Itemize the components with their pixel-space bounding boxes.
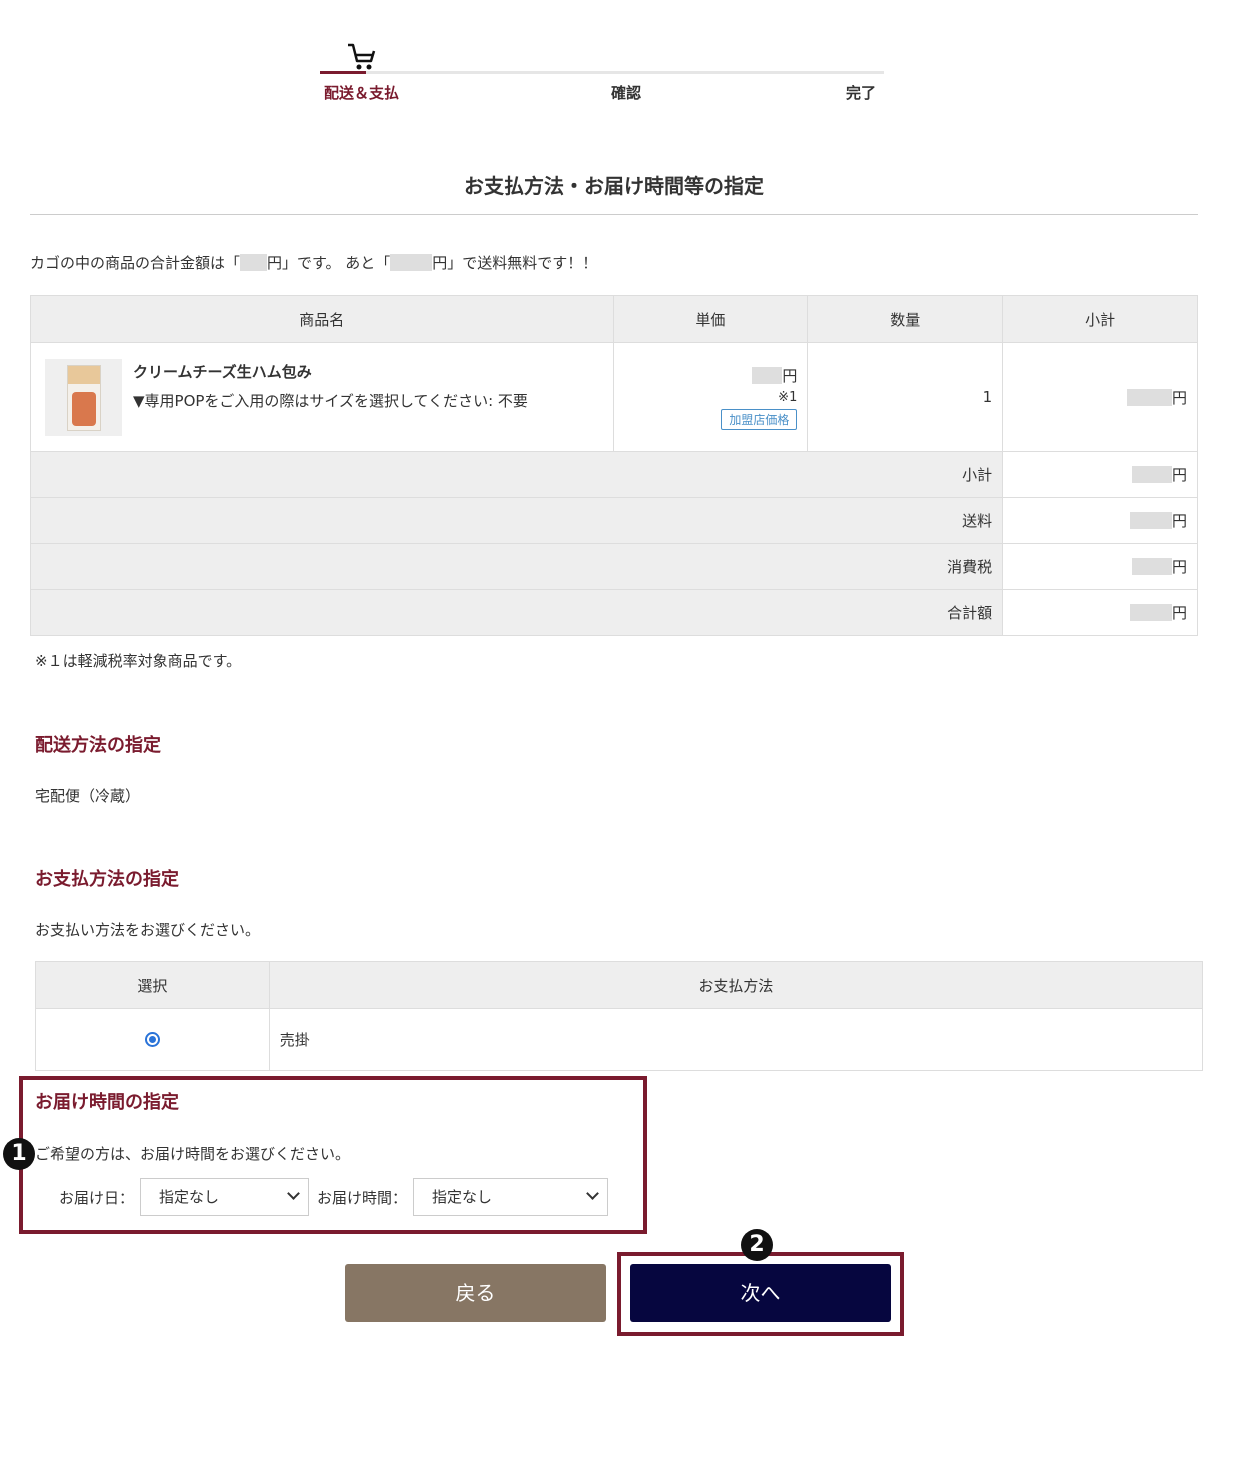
summary-row-subtotal: 小計 円: [29, 451, 1198, 498]
header-quantity: 数量: [807, 295, 1004, 343]
masked-remaining: [390, 254, 433, 271]
summary-suffix: 円: [1171, 604, 1187, 622]
summary-suffix: 円: [1171, 512, 1187, 530]
cart-table: 商品名 単価 数量 小計 クリームチーズ生ハム包み ▼専用POPをご入用の際はサ…: [29, 295, 1198, 636]
step-marker-1: 1: [3, 1138, 35, 1170]
header-select: 選択: [35, 961, 270, 1009]
product-option: ▼専用POPをご入用の際はサイズを選択してください: 不要: [133, 391, 528, 410]
table-row: クリームチーズ生ハム包み ▼専用POPをご入用の際はサイズを選択してください: …: [30, 342, 1198, 452]
payment-instruction: お支払い方法をお選びください。: [35, 921, 261, 939]
tax-footnote: ※１は軽減税率対象商品です。: [35, 652, 242, 670]
cart-icon: [348, 43, 376, 70]
notice-prefix: カゴの中の商品の合計金額は「: [30, 254, 241, 272]
step-confirm: 確認: [611, 84, 642, 102]
delivery-time-label: お届け時間：: [317, 1188, 408, 1207]
summary-row-tax: 消費税 円: [29, 543, 1198, 590]
step-shipping-payment: 配送＆支払: [324, 84, 400, 102]
chevron-down-icon: [586, 1187, 599, 1200]
page-title: お支払方法・お届け時間等の指定: [464, 174, 764, 198]
summary-label: 小計: [29, 451, 1004, 498]
summary-row-total: 合計額 円: [29, 589, 1198, 636]
shipping-method: 宅配便（冷蔵）: [35, 787, 141, 805]
checkout-progress: 配送＆支払 確認 完了: [320, 40, 884, 110]
masked-value: [1131, 466, 1172, 483]
quantity-value: 1: [807, 342, 1004, 452]
delivery-time-value: 指定なし: [432, 1188, 493, 1206]
step-complete: 完了: [846, 84, 877, 102]
summary-suffix: 円: [1171, 466, 1187, 484]
header-product-name: 商品名: [30, 295, 614, 343]
delivery-heading: お届け時間の指定: [35, 1092, 179, 1113]
chevron-down-icon: [287, 1187, 300, 1200]
summary-suffix: 円: [1171, 558, 1187, 576]
title-divider: [30, 214, 1198, 215]
delivery-time-select[interactable]: 指定なし: [413, 1178, 609, 1216]
payment-radio[interactable]: [144, 1032, 160, 1047]
next-button[interactable]: 次へ: [630, 1264, 891, 1322]
summary-label: 合計額: [29, 589, 1004, 636]
back-button[interactable]: 戻る: [345, 1264, 606, 1322]
progress-track: [320, 71, 884, 74]
product-name[interactable]: クリームチーズ生ハム包み: [133, 361, 528, 382]
masked-value: [1131, 558, 1172, 575]
step-marker-2: 2: [741, 1229, 773, 1261]
payment-heading: お支払方法の指定: [35, 869, 179, 890]
masked-value: [1129, 604, 1172, 621]
payment-option-label: 売掛: [268, 1008, 1204, 1071]
delivery-selects: お届け日： 指定なし お届け時間： 指定なし: [35, 1178, 625, 1216]
masked-total: [240, 254, 268, 271]
notice-suffix: 円」で送料無料です！！: [432, 254, 598, 272]
delivery-date-select[interactable]: 指定なし: [140, 1178, 310, 1216]
free-shipping-notice: カゴの中の商品の合計金額は「 円」です。 あと「 円」で送料無料です！！: [30, 252, 597, 273]
unit-price-suffix: 円: [782, 366, 798, 385]
header-subtotal: 小計: [1002, 295, 1198, 343]
delivery-date-value: 指定なし: [159, 1188, 220, 1206]
summary-label: 送料: [29, 497, 1004, 544]
masked-subtotal: [1126, 388, 1172, 406]
summary-label: 消費税: [29, 543, 1004, 590]
subtotal-suffix: 円: [1171, 388, 1187, 407]
masked-unit-price: [752, 366, 783, 384]
delivery-instruction: ご希望の方は、お届け時間をお選びください。: [35, 1145, 351, 1163]
table-row: 売掛: [35, 1008, 1204, 1071]
shipping-heading: 配送方法の指定: [35, 735, 161, 756]
product-thumbnail[interactable]: [45, 358, 122, 436]
header-payment-method: お支払方法: [268, 961, 1204, 1009]
delivery-date-label: お届け日：: [59, 1188, 135, 1207]
notice-middle: 円」です。 あと「: [267, 254, 391, 272]
tax-note: ※1: [778, 389, 798, 405]
member-price-badge: 加盟店価格: [721, 408, 798, 430]
summary-row-shipping: 送料 円: [29, 497, 1198, 544]
header-unit-price: 単価: [612, 295, 809, 343]
masked-value: [1129, 512, 1172, 529]
payment-table: 選択 お支払方法 売掛: [35, 961, 1204, 1071]
